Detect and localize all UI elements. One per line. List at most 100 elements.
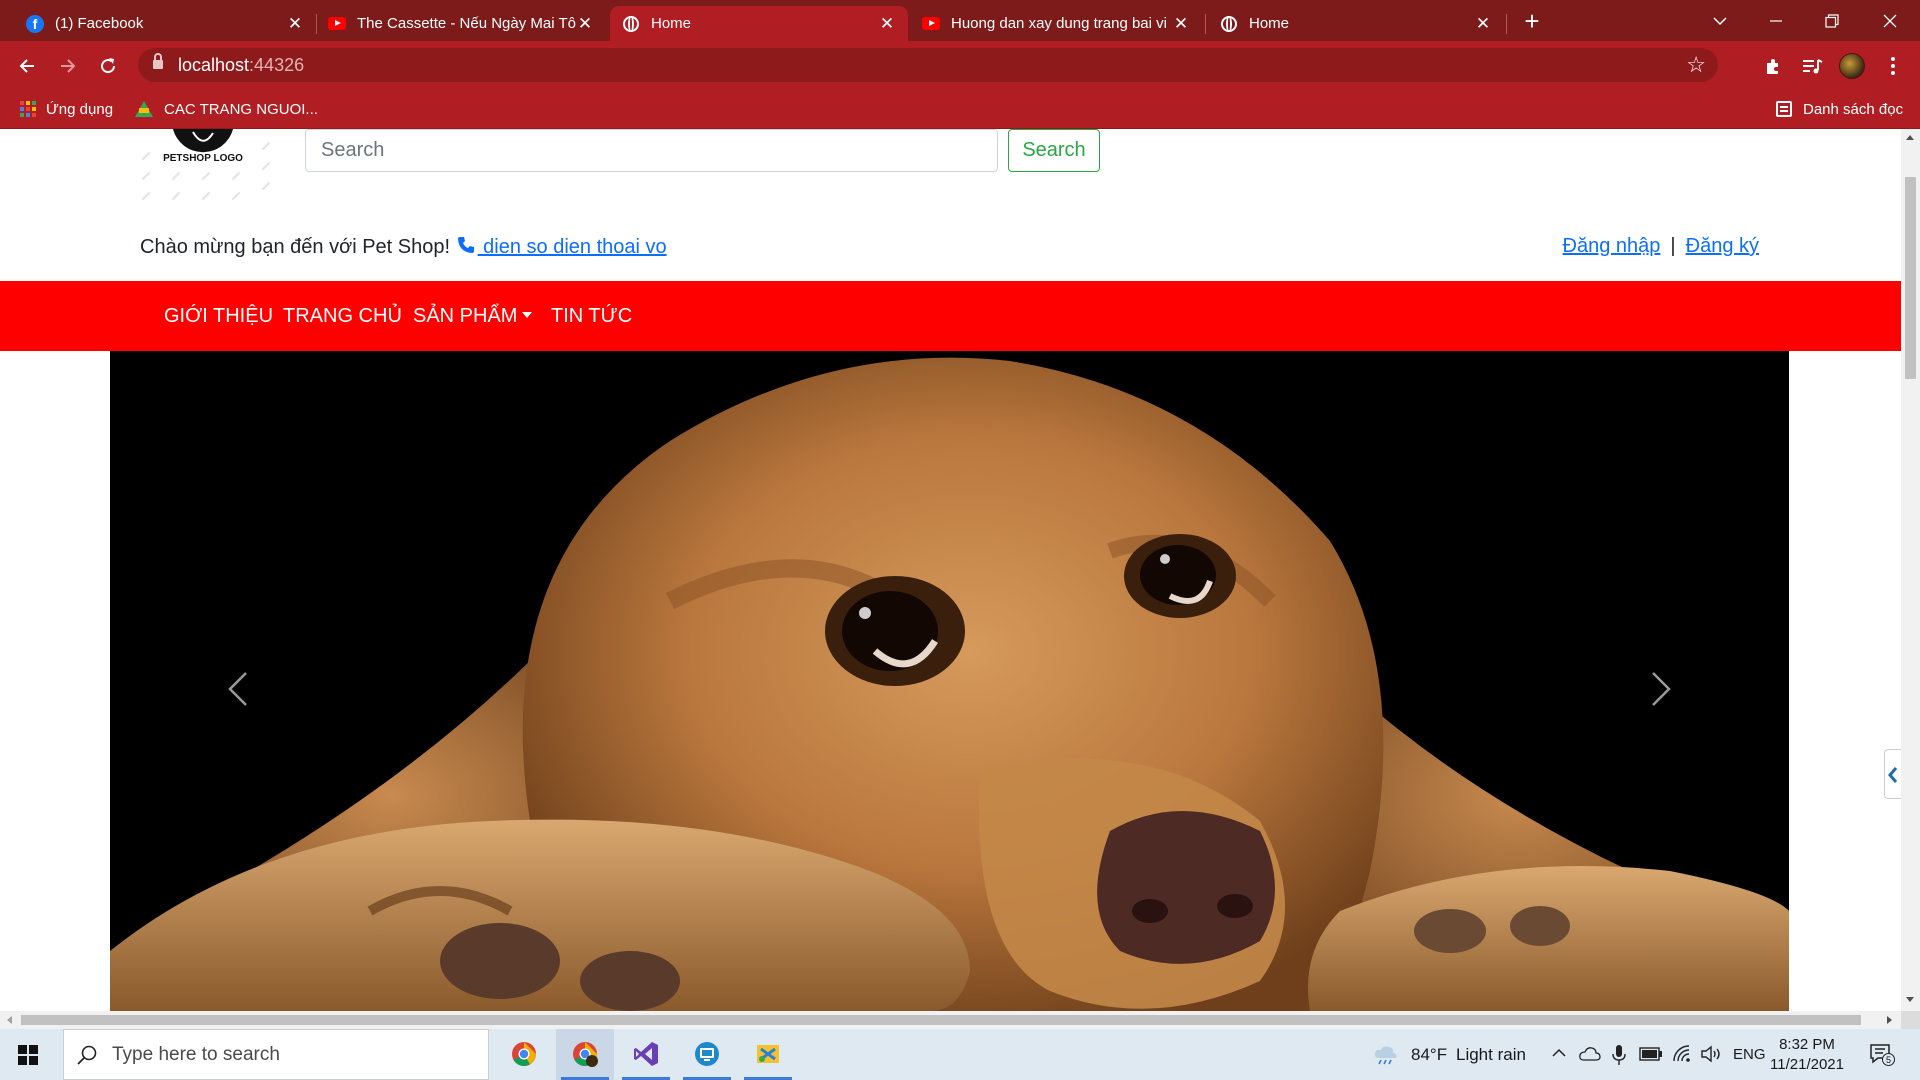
url-text: localhost:44326 <box>178 48 304 82</box>
profile-avatar[interactable] <box>1839 53 1865 79</box>
taskbar-clock[interactable]: 8:32 PM 11/21/2021 <box>1770 1035 1844 1075</box>
taskbar-visual-studio[interactable] <box>617 1029 675 1080</box>
scroll-down-arrow-icon[interactable] <box>1906 997 1914 1002</box>
nav-tin-tuc[interactable]: TIN TỨC <box>551 281 632 351</box>
reading-list-button[interactable]: Danh sách đọc <box>1776 89 1903 129</box>
scroll-up-arrow-icon[interactable] <box>1906 135 1914 140</box>
close-icon[interactable]: ✕ <box>286 14 304 34</box>
register-link[interactable]: Đăng ký <box>1686 235 1759 257</box>
tab-facebook[interactable]: f (1) Facebook ✕ <box>14 6 316 41</box>
reading-list-label: Danh sách đọc <box>1803 100 1904 118</box>
search-icon <box>77 1045 97 1065</box>
chrome-profile-icon <box>573 1042 598 1067</box>
clock-time: 8:32 PM <box>1779 1036 1835 1053</box>
back-arrow-icon[interactable] <box>11 49 43 81</box>
phone-link[interactable]: dien so dien thoai vo <box>456 236 667 258</box>
media-playlist-icon[interactable] <box>1796 49 1828 81</box>
lock-icon[interactable] <box>153 53 163 70</box>
auth-separator: | <box>1670 235 1676 257</box>
restore-icon[interactable] <box>1804 0 1860 41</box>
browser-tab-strip: f (1) Facebook ✕ The Cassette - Nếu Ngày… <box>0 0 1920 41</box>
tab-title: The Cassette - Nếu Ngày Mai Tôi <box>357 15 576 32</box>
weather-temperature[interactable]: 84°F <box>1411 1029 1447 1080</box>
chevron-up-icon[interactable] <box>1552 1048 1566 1058</box>
language-indicator[interactable]: ENG <box>1733 1029 1766 1080</box>
bookmark-cac-trang[interactable]: CAC TRANG NGUOI... <box>135 89 318 129</box>
carousel-prev-button[interactable] <box>110 351 330 1011</box>
search-button[interactable]: Search <box>1008 129 1100 172</box>
tab-title: Huong dan xay dung trang bai vi <box>951 15 1167 32</box>
kebab-menu-icon[interactable] <box>1877 49 1909 81</box>
tab-youtube-huong-dan[interactable]: Huong dan xay dung trang bai vi ✕ <box>910 6 1202 41</box>
bookmark-apps[interactable]: Ứng dụng <box>20 89 113 129</box>
scroll-right-arrow-icon[interactable] <box>1887 1016 1892 1024</box>
tab-title: (1) Facebook <box>55 15 144 32</box>
bookmark-label: Ứng dụng <box>46 100 114 118</box>
bookmarks-bar: Ứng dụng CAC TRANG NGUOI... Danh sách đọ… <box>0 89 1920 129</box>
petshop-logo[interactable]: PETSHOP LOGO <box>130 129 290 219</box>
reading-list-icon <box>1776 101 1792 117</box>
welcome-text: Chào mừng bạn đến với Pet Shop! <box>140 236 451 258</box>
taskbar-remote-desktop[interactable] <box>678 1029 736 1080</box>
close-window-icon[interactable] <box>1862 0 1918 41</box>
forward-arrow-icon[interactable] <box>52 49 84 81</box>
horizontal-scrollbar[interactable] <box>0 1011 1901 1029</box>
apps-grid-icon <box>20 101 36 117</box>
close-icon[interactable]: ✕ <box>1474 14 1492 34</box>
login-link[interactable]: Đăng nhập <box>1563 235 1661 257</box>
windows-start-icon[interactable] <box>18 1045 38 1065</box>
nav-trang-chu[interactable]: TRANG CHỦ <box>283 281 402 351</box>
globe-icon <box>622 15 640 33</box>
tab-home[interactable]: Home ✕ <box>1208 6 1504 41</box>
clock-date: 11/21/2021 <box>1770 1056 1844 1073</box>
google-drive-icon <box>135 101 153 117</box>
wifi-icon[interactable] <box>1672 1045 1692 1063</box>
close-icon[interactable]: ✕ <box>576 14 594 34</box>
taskbar-chrome[interactable] <box>495 1029 553 1080</box>
microphone-icon[interactable] <box>1612 1044 1626 1066</box>
chevron-left-icon <box>228 672 247 706</box>
address-bar[interactable]: localhost:44326 ☆ <box>138 48 1718 82</box>
battery-icon[interactable] <box>1639 1047 1663 1061</box>
tab-home-active[interactable]: Home ✕ <box>610 6 908 41</box>
side-panel-toggle[interactable] <box>1884 749 1901 799</box>
taskbar-search-box[interactable]: Type here to search <box>63 1029 489 1080</box>
carousel-next-button[interactable] <box>1569 351 1789 1011</box>
reload-icon[interactable] <box>92 49 124 81</box>
nav-gioi-thieu[interactable]: GIỚI THIỆU <box>164 281 273 351</box>
vertical-scrollbar[interactable] <box>1901 129 1920 1011</box>
close-icon[interactable]: ✕ <box>1172 14 1190 34</box>
scroll-left-arrow-icon[interactable] <box>7 1016 12 1024</box>
hero-carousel <box>110 351 1789 1011</box>
url-host: localhost <box>178 55 250 75</box>
tab-title: Home <box>1249 15 1290 32</box>
extensions-puzzle-icon[interactable] <box>1757 49 1789 81</box>
scrollbar-corner <box>1901 1011 1920 1029</box>
taskbar-chrome-profile[interactable] <box>556 1029 614 1080</box>
taskbar-app[interactable] <box>739 1029 797 1080</box>
onedrive-cloud-icon[interactable] <box>1579 1046 1601 1062</box>
minimize-icon[interactable] <box>1748 0 1804 41</box>
golden-retriever-photo <box>110 351 1789 1011</box>
logo-text: PETSHOP LOGO <box>163 153 243 164</box>
youtube-icon <box>922 15 940 33</box>
notification-count: 5 <box>1882 1053 1895 1066</box>
close-icon[interactable]: ✕ <box>878 14 896 34</box>
url-port: :44326 <box>249 55 305 75</box>
nav-san-pham-label: SẢN PHẨM <box>413 305 518 327</box>
tab-separator <box>1205 14 1206 34</box>
new-tab-plus-icon[interactable]: + <box>1520 7 1544 35</box>
tab-search-chevron-icon[interactable] <box>1692 0 1748 41</box>
weather-rain-icon[interactable] <box>1373 1045 1399 1065</box>
nav-san-pham-dropdown[interactable]: SẢN PHẨM <box>413 281 533 351</box>
horizontal-scroll-thumb[interactable] <box>21 1015 1861 1025</box>
weather-condition[interactable]: Light rain <box>1456 1029 1526 1080</box>
bookmark-star-icon[interactable]: ☆ <box>1686 48 1706 82</box>
vertical-scroll-thumb[interactable] <box>1905 177 1916 379</box>
phone-link-text: dien so dien thoai vo <box>477 236 667 258</box>
bookmark-label: CAC TRANG NGUOI... <box>164 100 318 118</box>
tab-youtube-cassette[interactable]: The Cassette - Nếu Ngày Mai Tôi ✕ <box>316 6 606 41</box>
notification-center-button[interactable]: 5 <box>1869 1043 1895 1066</box>
search-input[interactable] <box>305 129 998 172</box>
speaker-icon[interactable] <box>1700 1045 1722 1063</box>
